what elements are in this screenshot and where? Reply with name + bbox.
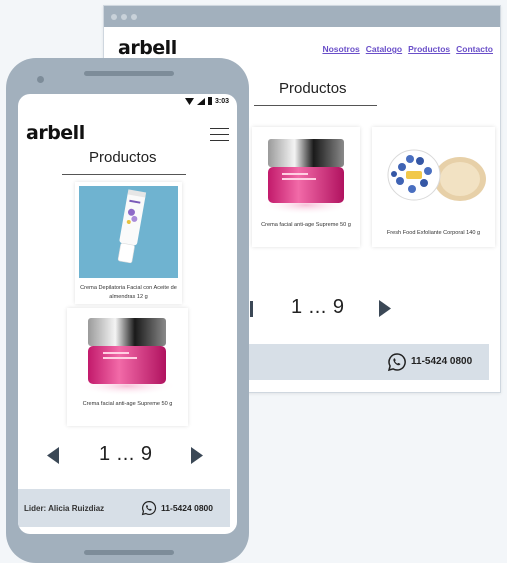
mobile-product-card[interactable]: Crema facial anti-age Supreme 50 g: [67, 308, 188, 426]
menu-icon[interactable]: [210, 128, 229, 141]
whatsapp-icon[interactable]: [387, 352, 407, 372]
battery-icon: [207, 97, 212, 105]
whatsapp-icon[interactable]: [141, 500, 157, 516]
wifi-icon: [184, 97, 194, 105]
product-caption: Crema facial anti-age Supreme 50 g: [261, 222, 351, 228]
desktop-logo[interactable]: arbell: [118, 37, 177, 59]
cream-jar-image: [77, 318, 177, 396]
product-caption: Fresh Food Exfoliante Corporal 140 g: [386, 230, 481, 236]
signal-icon: [196, 97, 205, 105]
next-page-icon[interactable]: [190, 446, 204, 466]
cream-jar-image: [260, 139, 352, 215]
desktop-phone-number[interactable]: 11-5424 0800: [411, 356, 472, 367]
page-indicator: 1 ... 9: [291, 296, 345, 318]
mobile-pagination: 1 ... 9: [42, 443, 212, 467]
phone-speaker: [84, 71, 174, 76]
desktop-nav: Nosotros Catalogo Productos Contacto: [322, 44, 493, 54]
nav-link-catalogo[interactable]: Catalogo: [366, 44, 402, 54]
desktop-footer: 11-5424 0800: [241, 344, 489, 380]
desktop-product-card[interactable]: Fresh Food Exfoliante Corporal 140 g: [372, 127, 495, 247]
mobile-screen: 3:03 arbell Productos Crema Depilatoria …: [18, 94, 237, 534]
next-page-icon[interactable]: [378, 299, 392, 319]
mobile-phone-frame: 3:03 arbell Productos Crema Depilatoria …: [6, 58, 249, 563]
phone-camera: [37, 76, 44, 83]
page-indicator: 1 ... 9: [99, 443, 153, 465]
mobile-logo[interactable]: arbell: [26, 122, 85, 144]
mobile-product-card[interactable]: Crema Depilatoria Facial con Aceite de a…: [75, 182, 182, 304]
desktop-page-title: Productos: [279, 80, 347, 97]
product-caption: Crema facial anti-age Supreme 50 g: [82, 401, 173, 407]
window-dot-icon: [121, 13, 127, 20]
mobile-footer: Lider: Alicia Ruizdiaz 11-5424 0800: [18, 489, 230, 527]
nav-link-nosotros[interactable]: Nosotros: [322, 44, 359, 54]
window-dot-icon: [131, 13, 137, 20]
mobile-page-title: Productos: [89, 149, 157, 166]
desktop-pagination: 1 ... 9: [248, 296, 398, 320]
nav-link-contacto[interactable]: Contacto: [456, 44, 493, 54]
desktop-title-divider: [254, 105, 377, 106]
product-caption: Crema Depilatoria Facial con Aceite de a…: [80, 285, 177, 300]
leader-name: Lider: Alicia Ruizdiaz: [24, 504, 105, 513]
prev-page-icon[interactable]: [46, 446, 60, 466]
phone-home-bar: [84, 550, 174, 555]
mobile-title-divider: [62, 174, 186, 175]
depilatory-tube-image: [79, 186, 178, 278]
showcase: arbell Nosotros Catalogo Productos Conta…: [0, 0, 507, 563]
prev-page-icon[interactable]: [248, 299, 260, 319]
desktop-product-card[interactable]: Crema facial anti-age Supreme 50 g: [252, 127, 360, 247]
window-dot-icon: [111, 13, 117, 20]
mobile-phone-number[interactable]: 11-5424 0800: [161, 503, 213, 513]
exfoliant-jar-image: [387, 149, 486, 201]
status-time: 3:03: [214, 97, 229, 105]
browser-title-bar: [104, 6, 500, 27]
nav-link-productos[interactable]: Productos: [408, 44, 450, 54]
status-bar: 3:03: [184, 97, 229, 105]
